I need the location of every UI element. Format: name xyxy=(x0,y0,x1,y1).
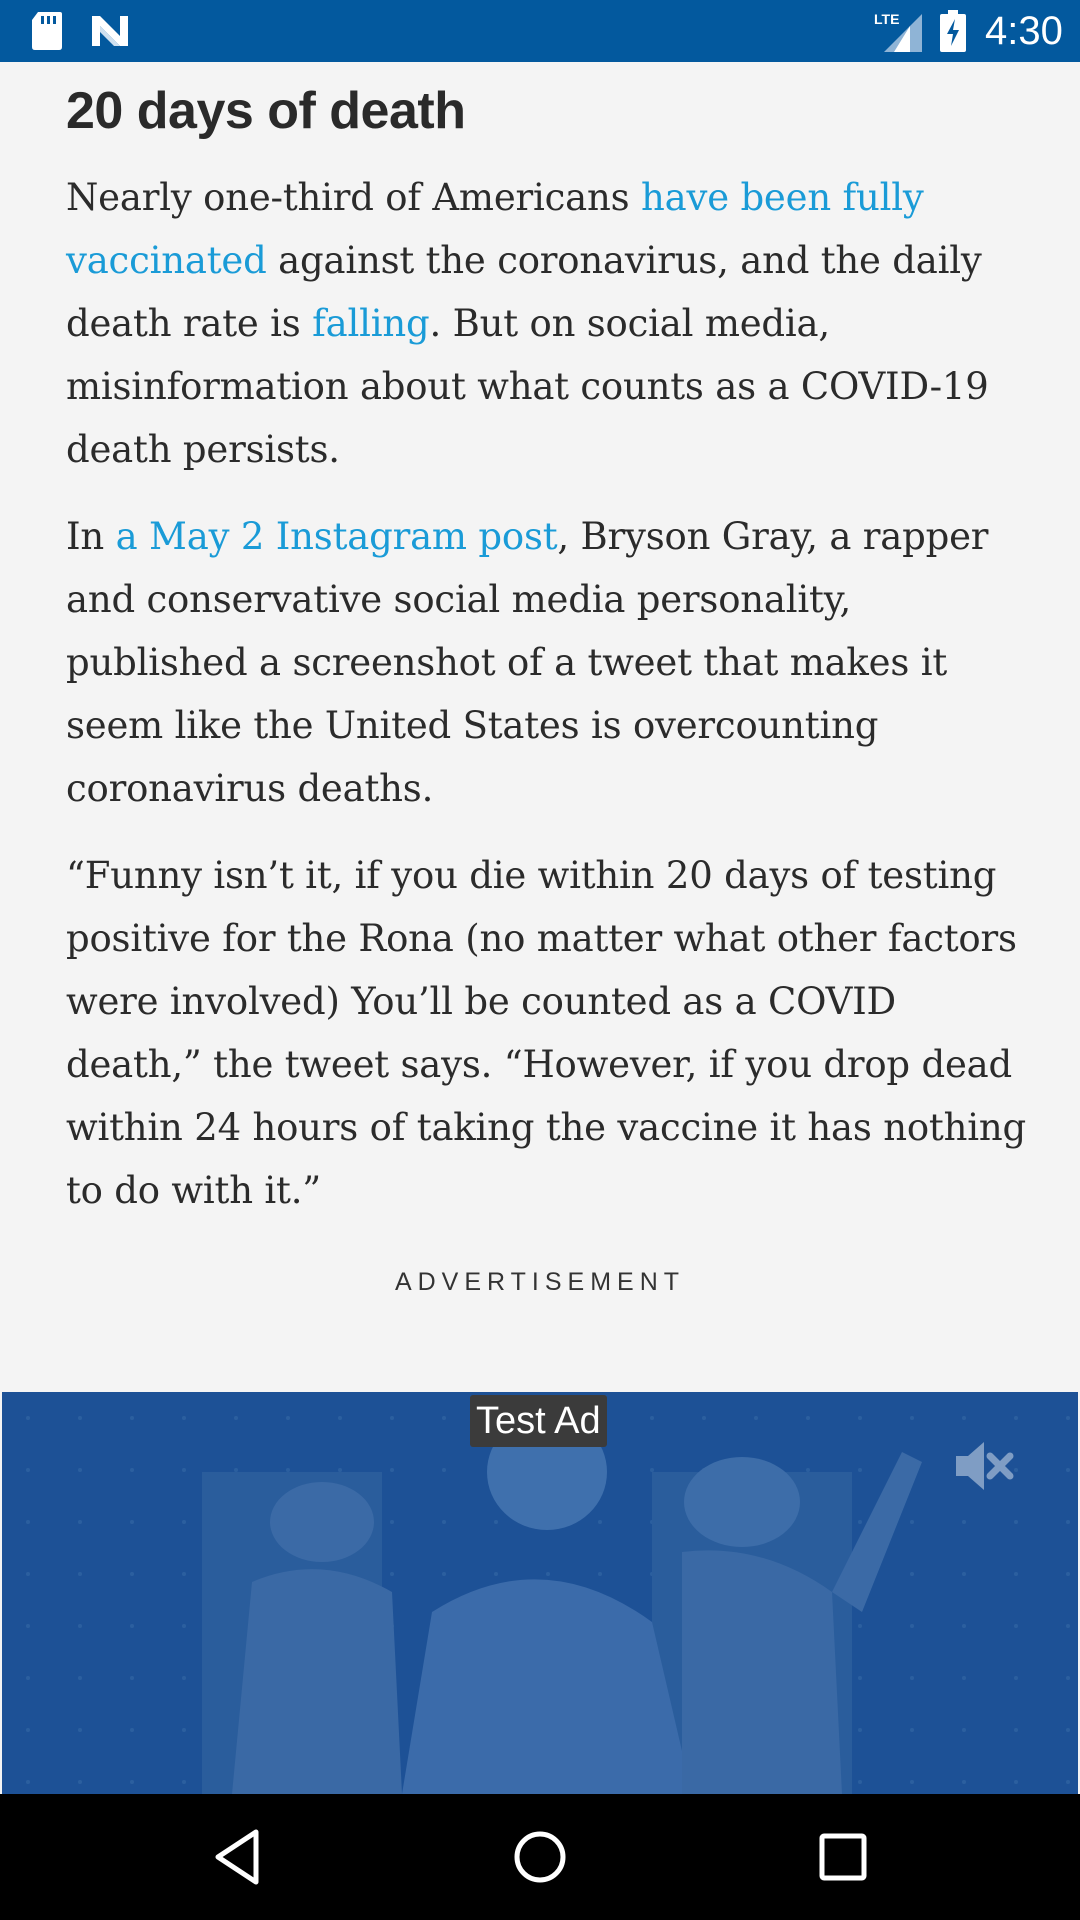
article-body: 20 days of death Nearly one-third of Ame… xyxy=(66,62,1026,1222)
paragraph-text: “Funny isn’t it, if you die within 20 da… xyxy=(66,854,1026,1212)
volume-mute-icon[interactable] xyxy=(952,1434,1016,1498)
notification-n-icon xyxy=(92,16,128,46)
advertisement-label: ADVERTISEMENT xyxy=(394,1268,686,1296)
recents-icon[interactable] xyxy=(810,1824,876,1890)
advertisement-banner[interactable]: Test Ad xyxy=(2,1392,1078,1794)
test-ad-badge: Test Ad xyxy=(470,1395,607,1447)
sd-card-icon xyxy=(32,12,62,50)
link-instagram-post[interactable]: a May 2 Instagram post xyxy=(116,515,558,558)
status-bar: LTE 4:30 xyxy=(0,0,1080,62)
home-icon[interactable] xyxy=(507,1824,573,1890)
link-falling[interactable]: falling xyxy=(312,302,430,345)
paragraph-text: Nearly one-third of Americans xyxy=(66,176,641,219)
ad-background-image xyxy=(2,1392,1078,1794)
paragraph-text: , Bryson Gray, a rapper and conservative… xyxy=(66,515,989,810)
status-time: 4:30 xyxy=(985,9,1063,53)
navigation-bar xyxy=(0,1794,1080,1920)
back-icon[interactable] xyxy=(204,1824,270,1890)
article-paragraph: In a May 2 Instagram post, Bryson Gray, … xyxy=(66,505,1026,820)
svg-text:LTE: LTE xyxy=(874,11,899,27)
article-paragraph: Nearly one-third of Americans have been … xyxy=(66,166,1026,481)
section-heading: 20 days of death xyxy=(66,82,466,140)
lte-signal-icon: LTE xyxy=(874,11,922,52)
paragraph-text: In xyxy=(66,515,116,558)
battery-charging-icon xyxy=(940,10,966,52)
article-quote-paragraph: “Funny isn’t it, if you die within 20 da… xyxy=(66,844,1026,1222)
